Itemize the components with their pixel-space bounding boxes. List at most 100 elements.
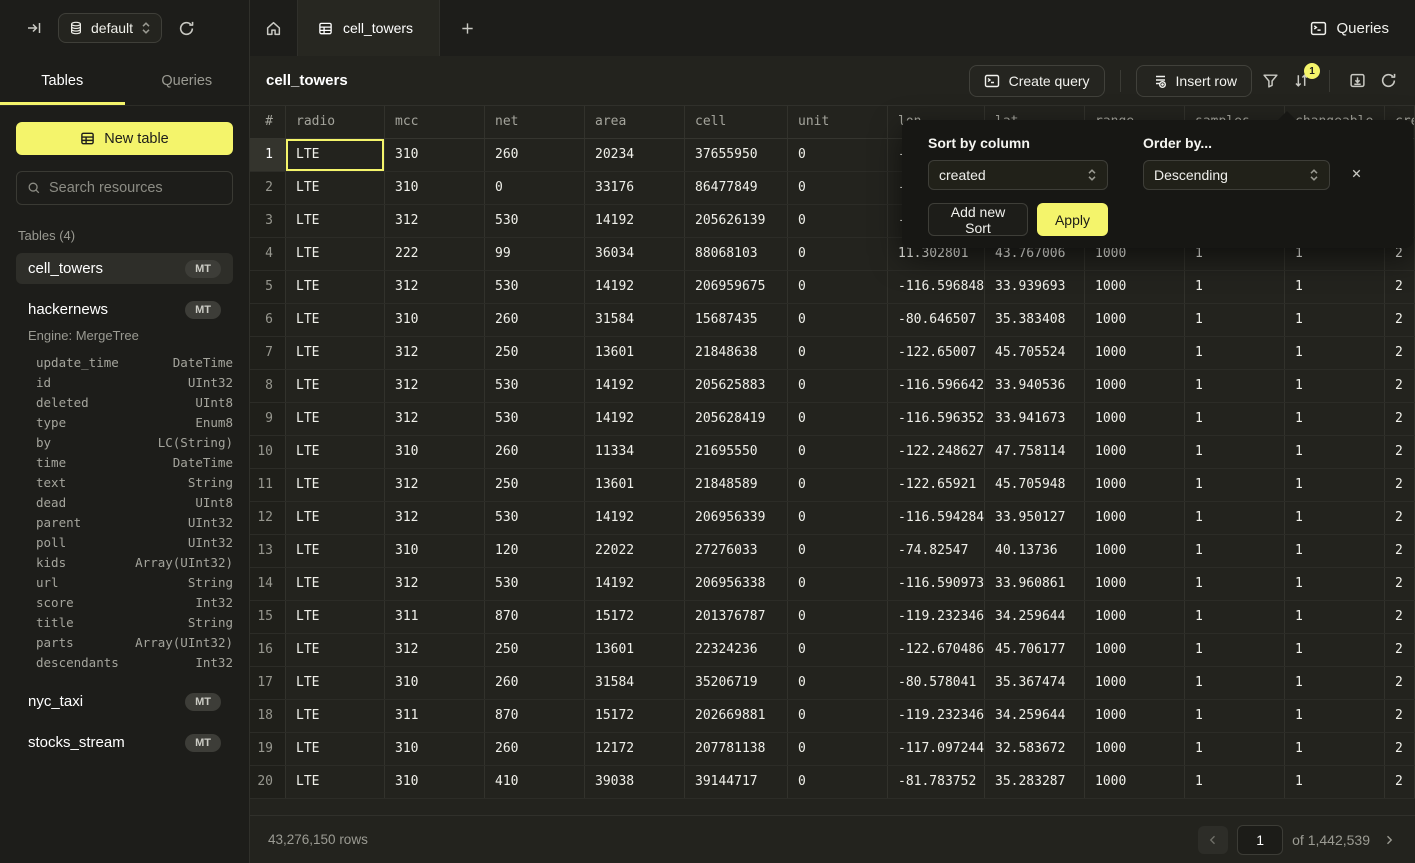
cell[interactable]: LTE: [286, 700, 385, 732]
column-header-cell[interactable]: cell: [685, 106, 788, 138]
cell[interactable]: 1: [1185, 304, 1285, 336]
cell[interactable]: 2: [1385, 502, 1415, 534]
row-number[interactable]: 20: [250, 766, 286, 798]
cell[interactable]: 33.940536: [985, 370, 1085, 402]
cell[interactable]: 2: [1385, 766, 1415, 798]
cell[interactable]: 2: [1385, 436, 1415, 468]
cell[interactable]: 2: [1385, 700, 1415, 732]
cell[interactable]: 1: [1285, 271, 1385, 303]
download-button[interactable]: [1345, 68, 1370, 93]
cell[interactable]: -119.232346: [888, 700, 985, 732]
cell[interactable]: 0: [788, 370, 888, 402]
cell[interactable]: 2: [1385, 535, 1415, 567]
cell[interactable]: 35.367474: [985, 667, 1085, 699]
cell[interactable]: 13601: [585, 469, 685, 501]
cell[interactable]: 31584: [585, 304, 685, 336]
create-query-button[interactable]: Create query: [969, 65, 1105, 97]
cell[interactable]: 2: [1385, 304, 1415, 336]
cell[interactable]: 311: [385, 700, 485, 732]
cell[interactable]: 260: [485, 667, 585, 699]
cell[interactable]: 1: [1185, 535, 1285, 567]
cell[interactable]: 1000: [1085, 337, 1185, 369]
cell[interactable]: -122.65007: [888, 337, 985, 369]
cell[interactable]: 1: [1285, 700, 1385, 732]
cell[interactable]: 1: [1185, 370, 1285, 402]
cell[interactable]: 260: [485, 733, 585, 765]
cell[interactable]: 310: [385, 667, 485, 699]
row-number[interactable]: 4: [250, 238, 286, 270]
cell[interactable]: 35.283287: [985, 766, 1085, 798]
cell[interactable]: -117.097244: [888, 733, 985, 765]
cell[interactable]: 1000: [1085, 766, 1185, 798]
cell[interactable]: 1: [1285, 535, 1385, 567]
cell[interactable]: 1: [1185, 568, 1285, 600]
sidebar-item-cell-towers[interactable]: cell_towers MT: [16, 253, 233, 284]
cell[interactable]: 1000: [1085, 502, 1185, 534]
filter-button[interactable]: [1258, 68, 1283, 93]
cell[interactable]: 0: [788, 733, 888, 765]
cell[interactable]: 870: [485, 700, 585, 732]
cell[interactable]: 1: [1285, 634, 1385, 666]
cell[interactable]: 34.259644: [985, 601, 1085, 633]
cell[interactable]: 2: [1385, 403, 1415, 435]
cell[interactable]: 2: [1385, 733, 1415, 765]
cell[interactable]: 1: [1185, 436, 1285, 468]
cell[interactable]: 1: [1185, 469, 1285, 501]
cell[interactable]: 0: [788, 337, 888, 369]
cell[interactable]: 1000: [1085, 700, 1185, 732]
cell[interactable]: LTE: [286, 238, 385, 270]
cell[interactable]: 31584: [585, 667, 685, 699]
cell[interactable]: 15687435: [685, 304, 788, 336]
row-number[interactable]: 5: [250, 271, 286, 303]
cell[interactable]: LTE: [286, 205, 385, 237]
cell[interactable]: 22022: [585, 535, 685, 567]
cell[interactable]: 13601: [585, 634, 685, 666]
cell[interactable]: 310: [385, 304, 485, 336]
cell[interactable]: LTE: [286, 436, 385, 468]
cell[interactable]: 1000: [1085, 667, 1185, 699]
cell[interactable]: 13601: [585, 337, 685, 369]
cell[interactable]: LTE: [286, 766, 385, 798]
cell[interactable]: 2: [1385, 370, 1415, 402]
cell[interactable]: -116.594284: [888, 502, 985, 534]
cell[interactable]: 1: [1185, 733, 1285, 765]
cell[interactable]: 21848589: [685, 469, 788, 501]
cell[interactable]: 312: [385, 337, 485, 369]
cell[interactable]: 312: [385, 469, 485, 501]
cell[interactable]: 1: [1285, 766, 1385, 798]
cell[interactable]: 201376787: [685, 601, 788, 633]
cell[interactable]: 0: [788, 634, 888, 666]
cell[interactable]: LTE: [286, 733, 385, 765]
cell[interactable]: 21695550: [685, 436, 788, 468]
row-number[interactable]: 12: [250, 502, 286, 534]
row-number[interactable]: 15: [250, 601, 286, 633]
cell[interactable]: 0: [788, 502, 888, 534]
cell[interactable]: 14192: [585, 502, 685, 534]
cell[interactable]: 205626139: [685, 205, 788, 237]
cell[interactable]: 47.758114: [985, 436, 1085, 468]
cell[interactable]: LTE: [286, 568, 385, 600]
cell[interactable]: 0: [788, 469, 888, 501]
cell[interactable]: 33.939693: [985, 271, 1085, 303]
cell[interactable]: 410: [485, 766, 585, 798]
cell[interactable]: 39038: [585, 766, 685, 798]
cell[interactable]: 1000: [1085, 304, 1185, 336]
cell[interactable]: 12172: [585, 733, 685, 765]
cell[interactable]: 1: [1285, 601, 1385, 633]
cell[interactable]: 36034: [585, 238, 685, 270]
cell[interactable]: -116.596642: [888, 370, 985, 402]
row-number[interactable]: 7: [250, 337, 286, 369]
sort-order-select[interactable]: Descending: [1143, 160, 1330, 190]
row-number[interactable]: 6: [250, 304, 286, 336]
next-page-button[interactable]: [1379, 830, 1399, 850]
cell[interactable]: 2: [1385, 469, 1415, 501]
cell[interactable]: 0: [788, 535, 888, 567]
sidebar-item-stocks-stream[interactable]: stocks_stream MT: [16, 727, 233, 758]
row-number[interactable]: 1: [250, 139, 286, 171]
cell[interactable]: 45.706177: [985, 634, 1085, 666]
cell[interactable]: LTE: [286, 403, 385, 435]
cell[interactable]: 0: [788, 601, 888, 633]
cell[interactable]: LTE: [286, 667, 385, 699]
cell[interactable]: 310: [385, 436, 485, 468]
cell[interactable]: 15172: [585, 601, 685, 633]
